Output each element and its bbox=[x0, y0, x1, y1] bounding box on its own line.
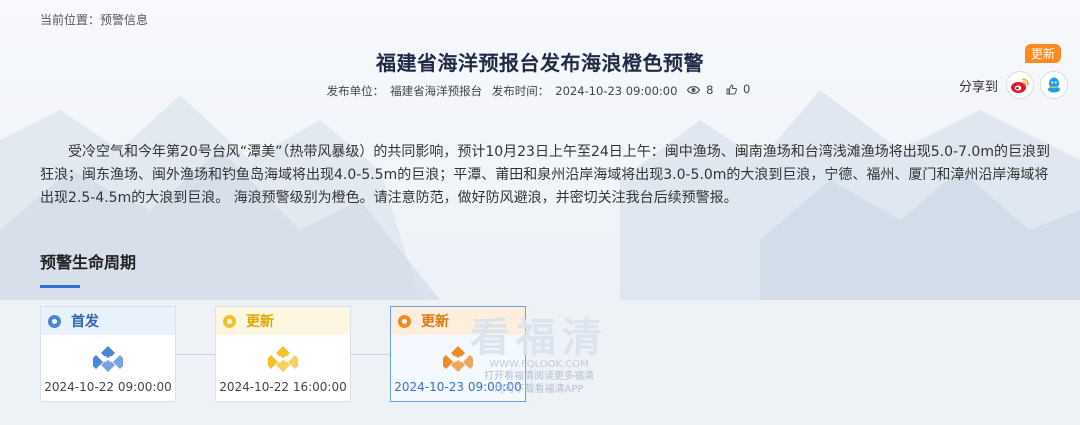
lifecycle-card-header: 更新 bbox=[391, 307, 525, 335]
breadcrumb-prefix: 当前位置： bbox=[40, 13, 101, 27]
breadcrumb: 当前位置：预警信息 bbox=[40, 11, 148, 28]
page-title: 福建省海洋预报台发布海浪橙色预警 bbox=[376, 51, 704, 75]
warning-body-text: 受冷空气和今年第20号台风“潭美”（热带风暴级）的共同影响，预计10月23日上午… bbox=[40, 144, 1050, 206]
warning-level-logo-icon bbox=[268, 346, 298, 372]
publisher-value: 福建省海洋预报台 bbox=[390, 83, 483, 98]
lifecycle-title-underline bbox=[40, 285, 80, 288]
lifecycle-card-date: 2024-10-22 16:00:00 bbox=[219, 380, 347, 394]
timeline-connector bbox=[351, 354, 391, 355]
status-dot-icon bbox=[398, 314, 411, 328]
weibo-icon bbox=[1011, 78, 1029, 93]
timeline-connector bbox=[176, 354, 216, 355]
status-dot-icon bbox=[48, 314, 61, 328]
qq-share-button[interactable] bbox=[1040, 71, 1068, 99]
status-dot-icon bbox=[223, 314, 236, 328]
share-label: 分享到 bbox=[958, 79, 998, 95]
lifecycle-card-header: 首发 bbox=[41, 307, 175, 335]
like-count-value: 0 bbox=[743, 82, 751, 96]
meta-info: 发布单位： 福建省海洋预报台 发布时间： 2024-10-23 09:00:00 8… bbox=[0, 82, 1080, 99]
like-count[interactable]: 0 bbox=[726, 82, 753, 96]
lifecycle-card[interactable]: 更新 2024-10-22 16:00:00 bbox=[215, 306, 351, 402]
lifecycle-card-label: 更新 bbox=[246, 314, 274, 330]
warning-level-logo-icon bbox=[93, 346, 123, 372]
share-bar: 分享到 bbox=[959, 71, 1068, 99]
weibo-share-button[interactable] bbox=[1006, 71, 1034, 99]
time-label: 发布时间： bbox=[491, 83, 550, 98]
publisher-label: 发布单位： bbox=[326, 83, 385, 98]
view-count-value: 8 bbox=[706, 82, 714, 97]
lifecycle-card-label: 更新 bbox=[421, 314, 449, 330]
lifecycle-card[interactable]: 更新 2024-10-23 09:00:00 bbox=[390, 306, 526, 402]
lifecycle-card-date: 2024-10-22 09:00:00 bbox=[44, 380, 172, 394]
lifecycle-card-header: 更新 bbox=[216, 307, 350, 335]
lifecycle-title: 预警生命周期 bbox=[40, 253, 137, 272]
lifecycle-card[interactable]: 首发 2024-10-22 09:00:00 bbox=[40, 306, 176, 402]
qq-icon bbox=[1048, 77, 1060, 93]
view-count: 8 bbox=[687, 83, 716, 97]
time-value: 2024-10-23 09:00:00 bbox=[555, 83, 678, 98]
update-badge: 更新 bbox=[1025, 44, 1062, 63]
lifecycle-card-label: 首发 bbox=[71, 314, 99, 330]
thumbs-up-icon bbox=[726, 83, 738, 94]
breadcrumb-current[interactable]: 预警信息 bbox=[100, 13, 148, 27]
warning-level-logo-icon bbox=[443, 346, 473, 372]
lifecycle-card-date: 2024-10-23 09:00:00 bbox=[394, 380, 522, 394]
eye-icon bbox=[687, 85, 701, 94]
